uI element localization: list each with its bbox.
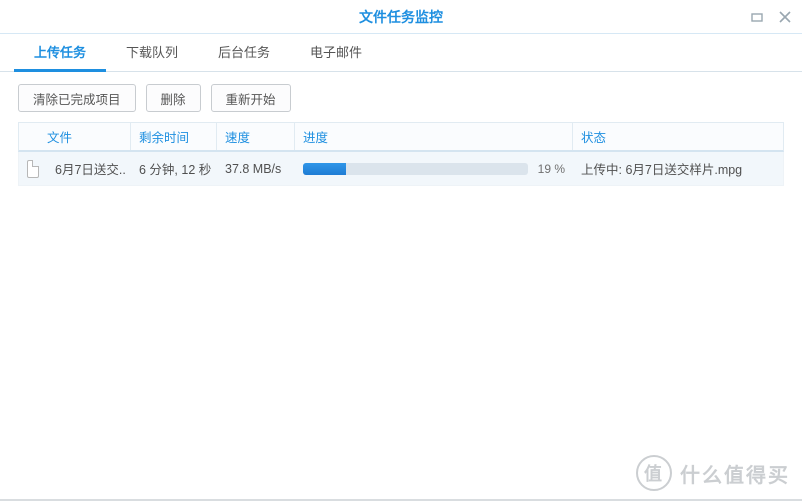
tab-upload[interactable]: 上传任务 (14, 34, 106, 72)
col-status[interactable]: 状态 (573, 123, 783, 150)
watermark: 值 什么值得买 (636, 455, 790, 491)
col-progress[interactable]: 进度 (295, 123, 573, 150)
file-name-cell: 6月7日送交.. (47, 159, 131, 178)
progress-wrap: 19 % (303, 162, 565, 176)
tab-label: 上传任务 (34, 42, 86, 61)
file-icon (27, 160, 39, 178)
minimize-icon[interactable] (748, 8, 766, 26)
window-controls (748, 0, 794, 34)
progress-cell: 19 % (295, 162, 573, 176)
tab-label: 电子邮件 (310, 42, 362, 61)
grid-header: 文件 剩余时间 速度 进度 状态 (18, 122, 784, 152)
tab-label: 后台任务 (218, 42, 270, 61)
time-remaining-cell: 6 分钟, 12 秒 (131, 159, 217, 178)
status-cell: 上传中: 6月7日送交样片.mpg (573, 159, 783, 178)
restart-button[interactable]: 重新开始 (211, 84, 291, 112)
tab-background[interactable]: 后台任务 (198, 34, 290, 72)
close-icon[interactable] (776, 8, 794, 26)
progress-percent: 19 % (538, 162, 565, 176)
window-title: 文件任务监控 (359, 9, 443, 25)
col-time-remaining[interactable]: 剩余时间 (131, 123, 217, 150)
task-grid: 文件 剩余时间 速度 进度 状态 6月7日送交.. 6 分钟, 12 秒 37.… (18, 122, 784, 186)
file-type-cell (19, 160, 47, 178)
titlebar: 文件任务监控 (0, 0, 802, 34)
toolbar: 清除已完成项目 删除 重新开始 (0, 72, 802, 122)
col-file[interactable]: 文件 (19, 123, 131, 150)
progress-fill (303, 163, 346, 175)
tab-download-queue[interactable]: 下载队列 (106, 34, 198, 72)
delete-button[interactable]: 删除 (146, 84, 201, 112)
tab-email[interactable]: 电子邮件 (290, 34, 382, 72)
table-row[interactable]: 6月7日送交.. 6 分钟, 12 秒 37.8 MB/s 19 % 上传中: … (18, 152, 784, 186)
tabs: 上传任务 下载队列 后台任务 电子邮件 (0, 34, 802, 72)
progress-bar (303, 163, 528, 175)
watermark-text: 什么值得买 (680, 459, 790, 488)
tab-label: 下载队列 (126, 42, 178, 61)
col-speed[interactable]: 速度 (217, 123, 295, 150)
watermark-badge: 值 (636, 455, 672, 491)
clear-completed-button[interactable]: 清除已完成项目 (18, 84, 136, 112)
speed-cell: 37.8 MB/s (217, 162, 295, 176)
